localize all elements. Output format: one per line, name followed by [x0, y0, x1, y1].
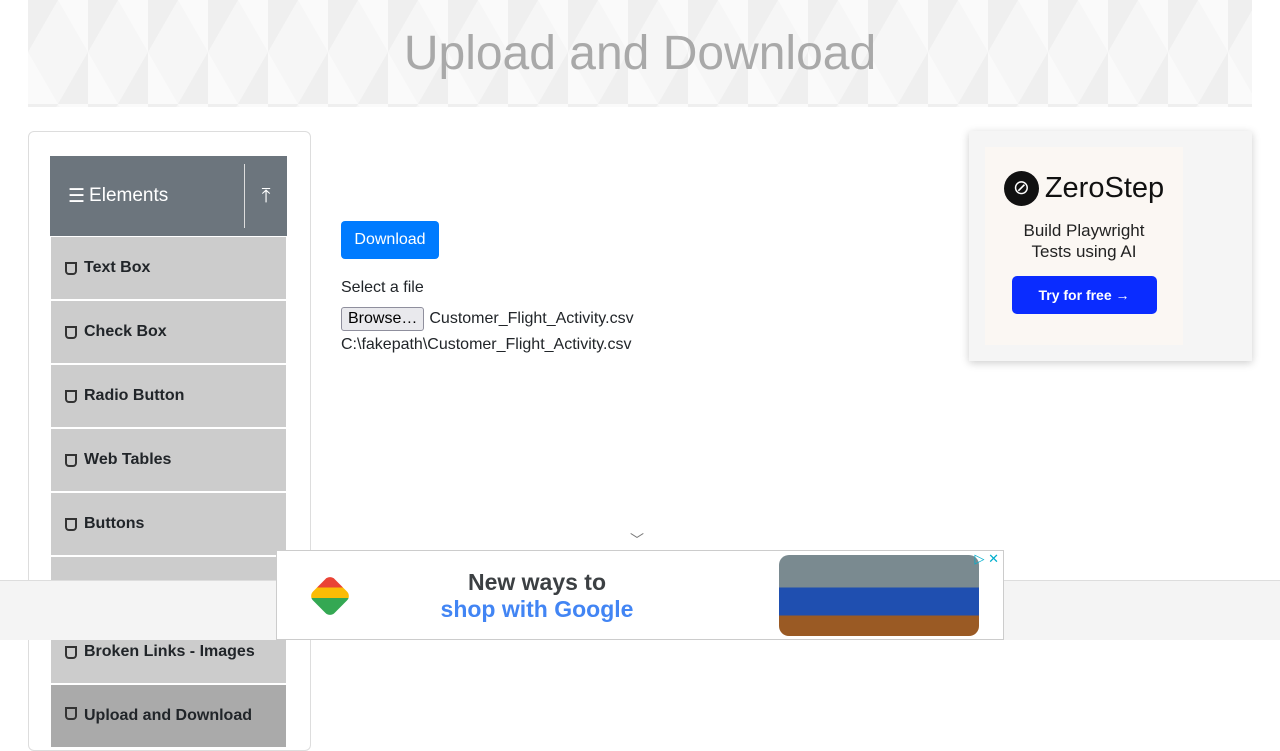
zerostep-ad[interactable]: ⊘ ZeroStep Build Playwright Tests using AI…: [969, 131, 1252, 361]
html5-icon: [65, 325, 77, 339]
sidebar-item-text-box[interactable]: Text Box: [51, 237, 286, 299]
upload-icon[interactable]: ⤒: [245, 185, 287, 208]
ad-line-1: New ways to: [467, 569, 607, 595]
html5-icon: [65, 389, 77, 403]
sidebar-group-elements[interactable]: ☰ Elements ⤒: [50, 156, 287, 236]
sidebar-item-label: Text Box: [84, 259, 151, 276]
sofa-image: [779, 555, 979, 636]
sidebar-item-label: Buttons: [84, 515, 145, 532]
sidebar-item-radio-button[interactable]: Radio Button: [51, 365, 286, 427]
sidebar-item-buttons[interactable]: Buttons: [51, 493, 286, 555]
page-title: Upload and Download: [403, 27, 877, 80]
google-shopping-ad[interactable]: New ways to shop with Google ▷ ✕: [276, 550, 1004, 640]
menu-icon: ☰: [68, 185, 86, 207]
download-button[interactable]: Download: [341, 221, 439, 259]
html5-icon: [65, 453, 77, 467]
try-for-free-button[interactable]: Try for free →: [1011, 276, 1157, 314]
sidebar-item-upload-download[interactable]: Upload and Download: [51, 685, 286, 747]
browse-button[interactable]: Browse…: [341, 307, 425, 331]
html5-icon: [65, 261, 77, 275]
sidebar-item-label: Broken Links - Images: [84, 643, 255, 660]
html5-icon: [65, 645, 77, 659]
uploaded-file-path: C:\fakepath\Customer_Flight_Activity.csv: [341, 336, 632, 353]
ad-tagline-1: Build Playwright: [1023, 221, 1145, 240]
file-upload-input[interactable]: Browse… Customer_Flight_Activity.csv: [341, 307, 634, 331]
select-file-label: Select a file: [341, 279, 424, 296]
html5-icon: [65, 517, 77, 531]
sidebar-item-label: Web Tables: [84, 451, 172, 468]
page-banner: Upload and Download: [28, 0, 1252, 107]
ad-tagline-2: Tests using AI: [1031, 242, 1137, 261]
sidebar-item-label: Check Box: [84, 323, 167, 340]
sidebar-item-check-box[interactable]: Check Box: [51, 301, 286, 363]
chevron-down-icon[interactable]: ﹀: [630, 530, 644, 550]
ad-line-2: shop with Google: [440, 596, 634, 622]
sidebar-item-web-tables[interactable]: Web Tables: [51, 429, 286, 491]
ad-brand: ZeroStep: [1044, 172, 1165, 204]
ad-close-icon[interactable]: ▷ ✕: [974, 551, 999, 567]
sidebar-item-label: Upload and Download: [84, 707, 252, 724]
zerostep-logo-icon: ⊘: [1003, 171, 1039, 206]
sidebar-item-label: Radio Button: [84, 387, 185, 404]
html5-icon: [65, 707, 77, 720]
selected-file-name: Customer_Flight_Activity.csv: [429, 310, 634, 327]
group-title: Elements: [89, 185, 169, 206]
